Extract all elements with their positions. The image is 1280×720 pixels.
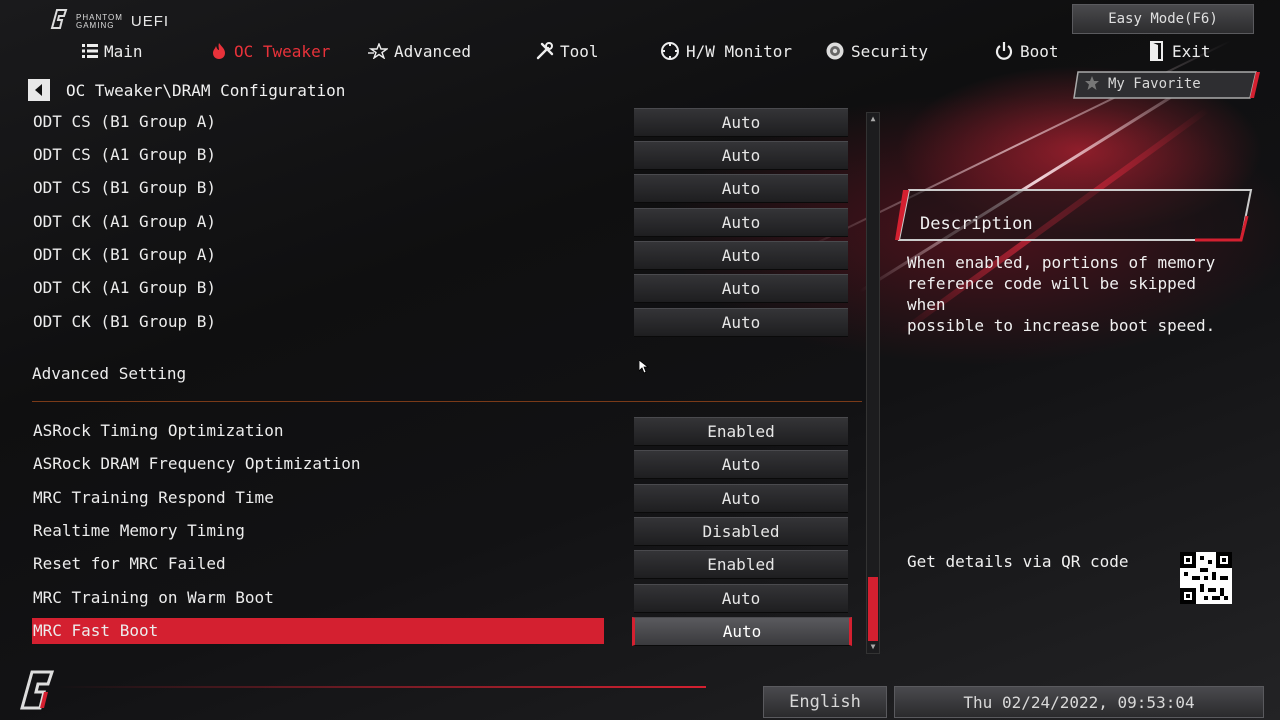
setting-row[interactable]: ODT CK (A1 Group B) Auto xyxy=(28,274,868,303)
tab-label: Tool xyxy=(560,41,599,61)
tab-exit[interactable]: Exit xyxy=(1148,36,1211,66)
setting-value-dropdown[interactable]: Enabled xyxy=(634,417,848,446)
scrollbar[interactable]: ▲ ▼ xyxy=(866,112,880,654)
qr-code-label: Get details via QR code xyxy=(907,552,1129,571)
setting-label: ODT CK (A1 Group A) xyxy=(33,212,217,231)
setting-row[interactable]: ODT CS (B1 Group B) Auto xyxy=(28,174,868,203)
setting-label: ASRock Timing Optimization xyxy=(33,421,284,440)
tab-label: Main xyxy=(104,41,143,61)
brand-logo: PHANTOM GAMING UEFI xyxy=(48,8,169,30)
setting-row[interactable]: ODT CK (A1 Group A) Auto xyxy=(28,208,868,237)
setting-value-dropdown[interactable]: Enabled xyxy=(634,550,848,579)
tab-main[interactable]: Main xyxy=(82,36,143,66)
tab-oc-tweaker[interactable]: OC Tweaker xyxy=(210,36,330,66)
my-favorite-label: My Favorite xyxy=(1108,76,1201,92)
setting-label: ODT CS (B1 Group A) xyxy=(33,112,217,131)
setting-value-dropdown[interactable]: Auto xyxy=(632,617,852,646)
back-arrow-icon xyxy=(35,84,42,96)
phantom-gaming-logo-icon xyxy=(48,8,70,30)
setting-row[interactable]: ASRock Timing Optimization Enabled xyxy=(28,417,868,446)
tab-label: Security xyxy=(851,41,929,61)
setting-value-dropdown[interactable]: Auto xyxy=(634,174,848,203)
setting-row[interactable]: MRC Training on Warm Boot Auto xyxy=(28,584,868,613)
setting-label: ODT CK (B1 Group B) xyxy=(33,312,217,331)
setting-label: ODT CK (B1 Group A) xyxy=(33,245,217,264)
setting-row[interactable]: ODT CK (B1 Group B) Auto xyxy=(28,308,868,337)
language-selector[interactable]: English xyxy=(763,686,887,718)
setting-row[interactable]: ASRock DRAM Frequency Optimization Auto xyxy=(28,450,868,479)
star-icon xyxy=(368,43,388,59)
section-divider xyxy=(32,401,862,402)
setting-value-dropdown[interactable]: Auto xyxy=(634,484,848,513)
setting-label: ODT CK (A1 Group B) xyxy=(33,278,217,297)
description-body: When enabled, portions of memory referen… xyxy=(907,252,1237,336)
tab-boot[interactable]: Boot xyxy=(994,36,1059,66)
scroll-up-arrow-icon[interactable]: ▲ xyxy=(867,114,879,124)
setting-label: MRC Training on Warm Boot xyxy=(33,588,274,607)
monitor-icon xyxy=(660,41,680,61)
tab-hw-monitor[interactable]: H/W Monitor xyxy=(660,36,792,66)
scroll-down-arrow-icon[interactable]: ▼ xyxy=(867,642,879,652)
bottom-accent-strip xyxy=(56,686,706,688)
description-line: When enabled, portions of memory xyxy=(907,253,1216,272)
setting-label: ASRock DRAM Frequency Optimization xyxy=(33,454,361,473)
main-nav: Main OC Tweaker Advanced Tool H/W Monito… xyxy=(0,36,1280,66)
tab-label: OC Tweaker xyxy=(234,41,331,61)
easy-mode-button[interactable]: Easy Mode(F6) xyxy=(1072,4,1254,34)
breadcrumb-path: OC Tweaker\DRAM Configuration xyxy=(66,80,346,100)
setting-value-dropdown[interactable]: Auto xyxy=(634,584,848,613)
setting-row[interactable]: Realtime Memory Timing Disabled xyxy=(28,517,868,546)
setting-label: Reset for MRC Failed xyxy=(33,554,226,573)
tab-tool[interactable]: Tool xyxy=(536,36,599,66)
phantom-gaming-logo-icon xyxy=(16,668,60,716)
setting-value-dropdown[interactable]: Auto xyxy=(634,274,848,303)
tab-advanced[interactable]: Advanced xyxy=(368,36,471,66)
flame-icon xyxy=(210,42,228,60)
setting-value-dropdown[interactable]: Disabled xyxy=(634,517,848,546)
section-title: Advanced Setting xyxy=(32,364,187,383)
setting-value-dropdown[interactable]: Auto xyxy=(634,241,848,270)
my-favorite-button[interactable]: My Favorite xyxy=(1072,70,1260,100)
mouse-cursor-icon xyxy=(638,359,650,378)
tab-label: Advanced xyxy=(394,41,472,61)
setting-row[interactable]: Reset for MRC Failed Enabled xyxy=(28,550,868,579)
logo-line2: GAMING xyxy=(76,21,115,30)
setting-value-dropdown[interactable]: Auto xyxy=(634,108,848,137)
setting-row[interactable]: MRC Training Respond Time Auto xyxy=(28,484,868,513)
scroll-thumb[interactable] xyxy=(868,577,878,641)
list-icon xyxy=(82,43,98,59)
setting-value-dropdown[interactable]: Auto xyxy=(634,141,848,170)
exit-door-icon xyxy=(1148,41,1166,61)
breadcrumb: OC Tweaker\DRAM Configuration xyxy=(28,78,345,102)
setting-row[interactable]: ODT CK (B1 Group A) Auto xyxy=(28,241,868,270)
setting-row[interactable]: ODT CS (A1 Group B) Auto xyxy=(28,141,868,170)
setting-label: ODT CS (B1 Group B) xyxy=(33,178,217,197)
power-icon xyxy=(994,41,1014,61)
setting-label: Realtime Memory Timing xyxy=(33,521,245,540)
setting-row-selected[interactable]: MRC Fast Boot Auto xyxy=(28,617,868,646)
description-line: possible to increase boot speed. xyxy=(907,316,1216,335)
tab-label: Boot xyxy=(1020,41,1059,61)
description-title: Description xyxy=(920,214,1033,234)
setting-label: MRC Fast Boot xyxy=(33,621,159,640)
setting-row[interactable]: ODT CS (B1 Group A) Auto xyxy=(28,108,868,137)
setting-value-dropdown[interactable]: Auto xyxy=(634,308,848,337)
qr-code-icon xyxy=(1180,552,1232,604)
tools-icon xyxy=(536,42,554,60)
setting-value-dropdown[interactable]: Auto xyxy=(634,450,848,479)
tab-security[interactable]: Security xyxy=(825,36,928,66)
uefi-label: UEFI xyxy=(130,13,170,30)
shield-icon xyxy=(825,41,845,61)
setting-value-dropdown[interactable]: Auto xyxy=(634,208,848,237)
setting-label: MRC Training Respond Time xyxy=(33,488,274,507)
setting-label: ODT CS (A1 Group B) xyxy=(33,145,217,164)
description-line: reference code will be skipped when xyxy=(907,274,1196,314)
tab-label: Exit xyxy=(1172,41,1211,61)
back-button[interactable] xyxy=(28,79,50,101)
tab-label: H/W Monitor xyxy=(686,41,792,61)
datetime-display: Thu 02/24/2022, 09:53:04 xyxy=(894,686,1264,718)
